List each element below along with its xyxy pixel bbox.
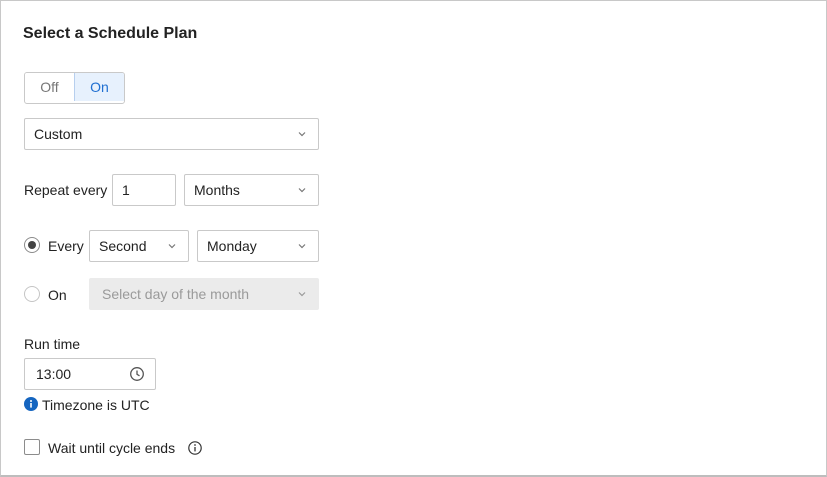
chevron-down-icon — [168, 244, 176, 249]
repeat-unit-value: Months — [194, 182, 240, 198]
clock-icon[interactable] — [129, 366, 145, 382]
run-time-label: Run time — [24, 336, 81, 352]
run-time-input[interactable]: 13:00 — [24, 358, 156, 390]
chevron-down-icon — [298, 244, 306, 249]
schedule-toggle: Off On — [24, 72, 125, 104]
every-radio-label: Every — [48, 238, 84, 254]
chevron-down-icon — [298, 132, 306, 137]
repeat-unit-select[interactable]: Months — [184, 174, 319, 206]
day-of-month-placeholder: Select day of the month — [102, 286, 250, 302]
plan-select-value: Custom — [34, 126, 83, 142]
toggle-on-button[interactable]: On — [74, 73, 124, 101]
timezone-note: Timezone is UTC — [42, 397, 150, 413]
day-of-month-select: Select day of the month — [89, 278, 319, 310]
chevron-down-icon — [298, 292, 306, 297]
repeat-count-value: 1 — [122, 182, 130, 198]
repeat-every-label: Repeat every — [24, 182, 108, 198]
chevron-down-icon — [298, 188, 306, 193]
plan-select[interactable]: Custom — [24, 118, 319, 150]
wait-cycle-label: Wait until cycle ends — [48, 440, 176, 456]
wait-cycle-checkbox[interactable] — [24, 439, 40, 455]
page-title: Select a Schedule Plan — [23, 25, 198, 42]
repeat-count-input[interactable]: 1 — [112, 174, 176, 206]
on-radio-label: On — [48, 287, 67, 303]
every-radio[interactable] — [24, 237, 40, 253]
every-ordinal-value: Second — [99, 238, 147, 254]
every-weekday-value: Monday — [207, 238, 257, 254]
info-outline-icon[interactable] — [188, 441, 202, 455]
info-filled-icon — [24, 397, 38, 411]
run-time-value: 13:00 — [36, 366, 72, 382]
every-ordinal-select[interactable]: Second — [89, 230, 189, 262]
every-weekday-select[interactable]: Monday — [197, 230, 319, 262]
toggle-off-button[interactable]: Off — [25, 73, 74, 101]
schedule-plan-panel: Select a Schedule Plan Off On Custom Rep… — [0, 0, 827, 477]
on-radio[interactable] — [24, 286, 40, 302]
